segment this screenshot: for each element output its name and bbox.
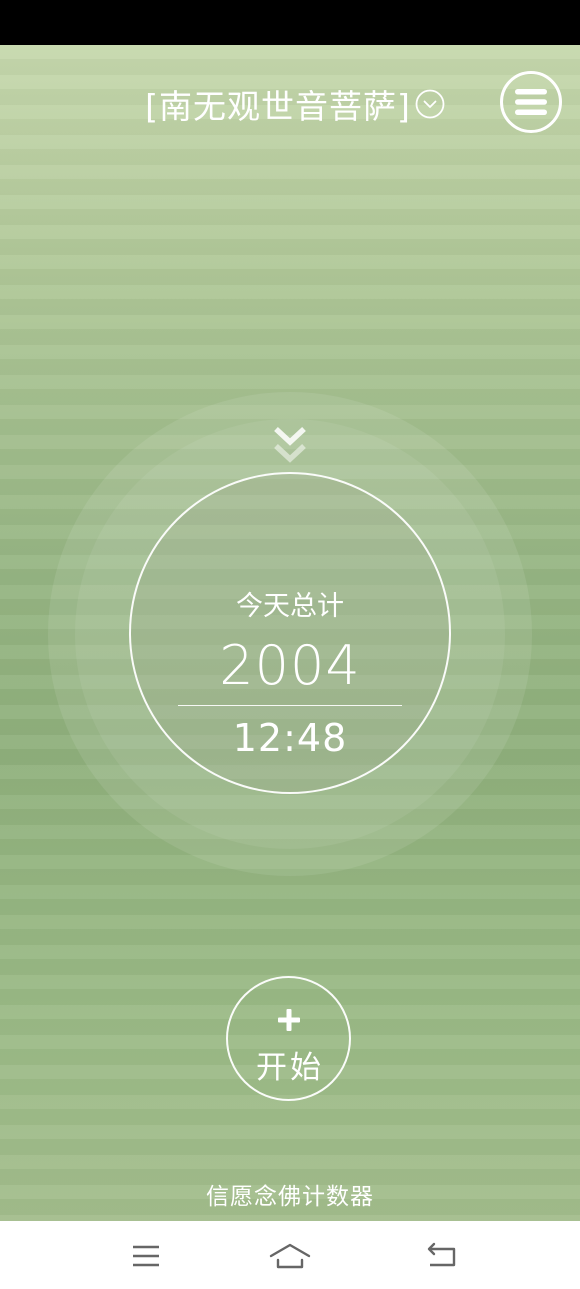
app-name-footer: 信愿念佛计数器 xyxy=(206,1184,374,1210)
back-icon[interactable] xyxy=(420,1241,464,1271)
today-total-label: 今天总计 xyxy=(236,591,344,622)
start-button-label: 开始 xyxy=(256,1050,324,1086)
status-bar xyxy=(0,0,580,45)
today-count-value: 2004 xyxy=(219,634,361,697)
elapsed-time: 12:48 xyxy=(232,716,348,760)
system-navigation-bar xyxy=(0,1221,580,1289)
mantra-title[interactable]: [南无观世音菩萨] xyxy=(145,80,411,128)
double-chevron-down-icon xyxy=(274,426,306,463)
hamburger-menu-icon[interactable] xyxy=(500,71,562,133)
counter-divider xyxy=(178,705,402,706)
home-icon[interactable] xyxy=(268,1241,312,1271)
menu-recents-icon[interactable] xyxy=(124,1241,168,1271)
chevron-down-circle-icon[interactable] xyxy=(415,89,445,119)
start-button[interactable]: 开始 xyxy=(226,976,351,1101)
phone-screen: [南无观世音菩萨] 今天总计 2004 12:48 开始 信愿念佛计数器 xyxy=(0,0,580,1289)
title-selector[interactable]: [南无观世音菩萨] xyxy=(0,80,580,128)
plus-icon xyxy=(277,1009,300,1031)
